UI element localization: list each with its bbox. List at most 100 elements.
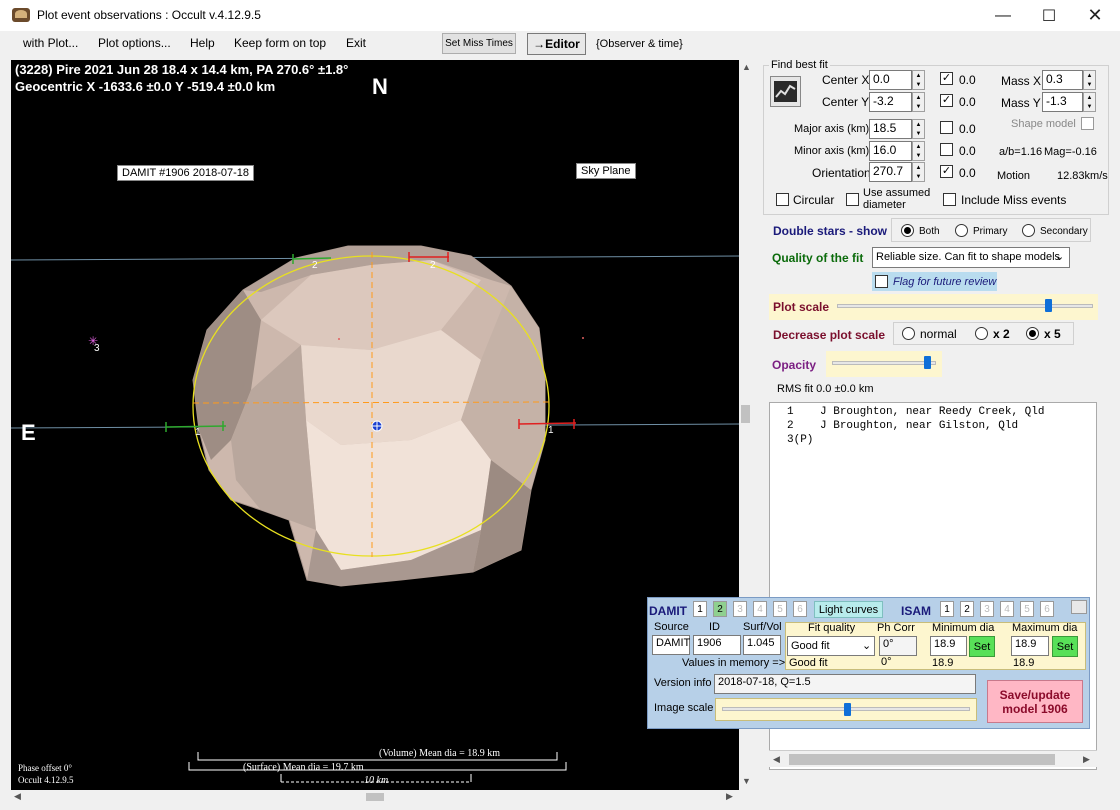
circular-checkbox[interactable] [776, 193, 789, 206]
mass-y-label: Mass Y [1001, 96, 1041, 110]
damit-model-2-button[interactable]: 2 [713, 601, 727, 617]
rms-fit-label: RMS fit 0.0 ±0.0 km [777, 383, 874, 395]
scroll-thumb[interactable] [789, 754, 1055, 765]
flag-review-checkbox[interactable] [875, 275, 888, 288]
scroll-thumb[interactable] [741, 405, 750, 423]
include-miss-events-checkbox[interactable] [943, 193, 956, 206]
minor-axis-input[interactable]: 16.0 [869, 141, 912, 161]
mass-x-input[interactable]: 0.3 [1042, 70, 1083, 90]
list-item[interactable]: 2 J Broughton, near Gilston, Qld [787, 420, 1018, 432]
chevron-down-icon: ⌄ [1055, 251, 1065, 263]
menu-with-plot[interactable]: with Plot... [23, 36, 78, 50]
fit-quality-select[interactable]: Good fit ⌄ [787, 636, 875, 656]
set-minimum-dia-button[interactable]: Set [969, 636, 995, 657]
mass-y-spinner[interactable]: ▲ ▼ [1083, 92, 1096, 112]
double-stars-secondary-radio[interactable] [1022, 224, 1035, 237]
set-miss-times-button[interactable]: Set Miss Times [442, 33, 516, 54]
orientation-checkbox[interactable]: ✓ [940, 165, 953, 178]
double-stars-label: Double stars - show [773, 224, 888, 238]
center-x-input[interactable]: 0.0 [869, 70, 912, 90]
close-button[interactable]: ✕ [1072, 0, 1118, 31]
use-assumed-diameter-checkbox[interactable] [846, 193, 859, 206]
center-y-spinner[interactable]: ▲ ▼ [912, 92, 925, 112]
menu-plot-options[interactable]: Plot options... [98, 36, 171, 50]
slider-thumb[interactable] [1044, 299, 1052, 312]
list-item[interactable]: 3(P) [787, 434, 813, 446]
image-scale-slider[interactable] [715, 698, 977, 721]
minimum-dia-field[interactable]: 18.9 [930, 636, 967, 656]
observer-time-label[interactable]: {Observer & time} [596, 38, 683, 50]
quality-of-fit-label: Quality of the fit [772, 251, 864, 265]
plot-canvas[interactable]: ✳ 2 2 1 1 3 (3228) Pire 2021 Jun 28 18.4… [11, 60, 739, 790]
isam-model-1-button[interactable]: 1 [940, 601, 954, 617]
isam-model-6-button[interactable]: 6 [1040, 601, 1054, 617]
scroll-down-icon[interactable]: ▼ [742, 776, 751, 786]
isam-model-2-button[interactable]: 2 [960, 601, 974, 617]
flag-review-label: Flag for future review [893, 276, 997, 288]
scroll-thumb[interactable] [366, 793, 384, 801]
decrease-scale-x5-radio[interactable] [1026, 327, 1039, 340]
damit-model-1-button[interactable]: 1 [693, 601, 707, 617]
minor-axis-checkbox[interactable] [940, 143, 953, 156]
center-x-spinner[interactable]: ▲ ▼ [912, 70, 925, 90]
ph-corr-field[interactable]: 0° [879, 636, 917, 656]
source-field[interactable]: DAMIT [652, 635, 690, 655]
isam-model-3-button[interactable]: 3 [980, 601, 994, 617]
light-curves-button[interactable]: Light curves [814, 601, 883, 618]
isam-model-4-button[interactable]: 4 [1000, 601, 1014, 617]
major-axis-input[interactable]: 18.5 [869, 119, 912, 139]
scroll-left-icon[interactable]: ◀ [14, 791, 21, 802]
quality-of-fit-value: Reliable size. Can fit to shape models [876, 251, 1061, 263]
decrease-scale-x2-radio[interactable] [975, 327, 988, 340]
best-fit-chart-button[interactable] [770, 76, 801, 107]
scroll-right-icon[interactable]: ▶ [1083, 754, 1090, 765]
minor-axis-label: Minor axis (km) [794, 145, 870, 157]
major-axis-checkbox[interactable] [940, 121, 953, 134]
center-x-checkbox[interactable]: ✓ [940, 72, 953, 85]
slider-thumb[interactable] [924, 356, 931, 369]
mass-x-spinner[interactable]: ▲ ▼ [1083, 70, 1096, 90]
maximize-button[interactable]: ☐ [1026, 0, 1072, 31]
occult-app-icon [12, 8, 30, 22]
orientation-input[interactable]: 270.7 [869, 162, 912, 182]
damit-model-3-button[interactable]: 3 [733, 601, 747, 617]
center-y-checkbox[interactable]: ✓ [940, 94, 953, 107]
menu-keep-form-on-top[interactable]: Keep form on top [234, 36, 326, 50]
panel-restore-button[interactable] [1071, 600, 1087, 614]
quality-of-fit-select[interactable]: Reliable size. Can fit to shape models ⌄ [872, 247, 1070, 268]
scroll-left-icon[interactable]: ◀ [773, 754, 780, 765]
menu-help[interactable]: Help [190, 36, 215, 50]
menu-exit[interactable]: Exit [346, 36, 366, 50]
observer-list-horizontal-scrollbar[interactable]: ◀ ▶ [769, 750, 1097, 767]
plot-horizontal-scrollbar[interactable]: ◀ ▶ [11, 790, 739, 804]
editor-button[interactable]: →Editor [527, 33, 586, 55]
opacity-slider[interactable] [826, 351, 942, 377]
version-info-field[interactable]: 2018-07-18, Q=1.5 [714, 674, 976, 694]
damit-model-5-button[interactable]: 5 [773, 601, 787, 617]
decrease-scale-normal-radio[interactable] [902, 327, 915, 340]
damit-model-6-button[interactable]: 6 [793, 601, 807, 617]
list-item[interactable]: 1 J Broughton, near Reedy Creek, Qld [787, 406, 1044, 418]
orientation-spinner[interactable]: ▲ ▼ [912, 162, 925, 182]
scroll-right-icon[interactable]: ▶ [726, 791, 733, 802]
plot-scale-slider[interactable] [833, 297, 1097, 317]
minor-axis-spinner[interactable]: ▲ ▼ [912, 141, 925, 161]
damit-model-4-button[interactable]: 4 [753, 601, 767, 617]
maximum-dia-field[interactable]: 18.9 [1011, 636, 1049, 656]
set-maximum-dia-button[interactable]: Set [1052, 636, 1078, 657]
minimize-button[interactable]: — [980, 0, 1026, 31]
major-axis-spinner[interactable]: ▲ ▼ [912, 119, 925, 139]
scroll-up-icon[interactable]: ▲ [742, 62, 751, 72]
mass-y-input[interactable]: -1.3 [1042, 92, 1083, 112]
id-field[interactable]: 1906 [693, 635, 741, 655]
id-header: ID [709, 621, 720, 633]
surf-vol-field[interactable]: 1.045 [743, 635, 781, 655]
save-update-model-button[interactable]: Save/update model 1906 [987, 680, 1083, 723]
isam-model-5-button[interactable]: 5 [1020, 601, 1034, 617]
shape-model-checkbox[interactable] [1081, 117, 1094, 130]
double-stars-primary-radio[interactable] [955, 224, 968, 237]
double-stars-both-radio[interactable] [901, 224, 914, 237]
chord-label: 1 [195, 427, 201, 438]
center-y-input[interactable]: -3.2 [869, 92, 912, 112]
slider-thumb[interactable] [844, 703, 851, 716]
